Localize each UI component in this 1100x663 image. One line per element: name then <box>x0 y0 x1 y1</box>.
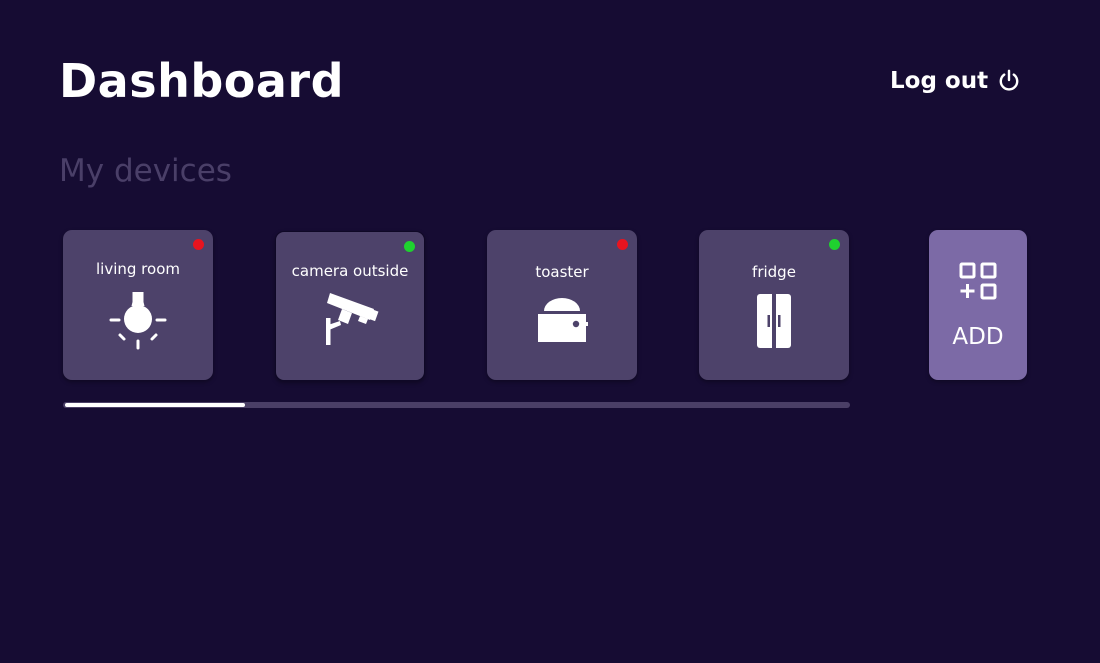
toaster-icon <box>538 298 588 342</box>
add-widget-icon <box>959 262 997 300</box>
device-list: living room camera outside toaster fridg… <box>63 230 849 381</box>
power-icon <box>999 69 1019 91</box>
device-label: fridge <box>752 263 796 281</box>
fridge-icon <box>757 294 791 348</box>
device-label: toaster <box>535 263 589 281</box>
add-label: ADD <box>952 324 1004 350</box>
add-device-button[interactable]: ADD <box>929 230 1027 380</box>
device-card-toaster[interactable]: toaster <box>487 230 637 380</box>
status-indicator <box>404 241 415 252</box>
logout-label: Log out <box>890 68 989 94</box>
device-card-fridge[interactable]: fridge <box>699 230 849 380</box>
device-label: camera outside <box>291 262 409 280</box>
page-title: Dashboard <box>59 54 345 108</box>
scrollbar-thumb[interactable] <box>65 403 245 407</box>
security-camera-icon <box>326 293 379 345</box>
section-title: My devices <box>59 153 232 189</box>
dashboard-page: Dashboard Log out My devices living room <box>0 0 1100 663</box>
horizontal-scrollbar[interactable] <box>63 402 850 408</box>
device-card-camera-outside[interactable]: camera outside <box>275 231 425 381</box>
light-bulb-icon <box>109 292 167 350</box>
status-indicator <box>617 239 628 250</box>
device-card-living-room[interactable]: living room <box>63 230 213 380</box>
logout-button[interactable]: Log out <box>890 64 1020 98</box>
status-indicator <box>193 239 204 250</box>
status-indicator <box>829 239 840 250</box>
device-label: living room <box>96 260 180 278</box>
